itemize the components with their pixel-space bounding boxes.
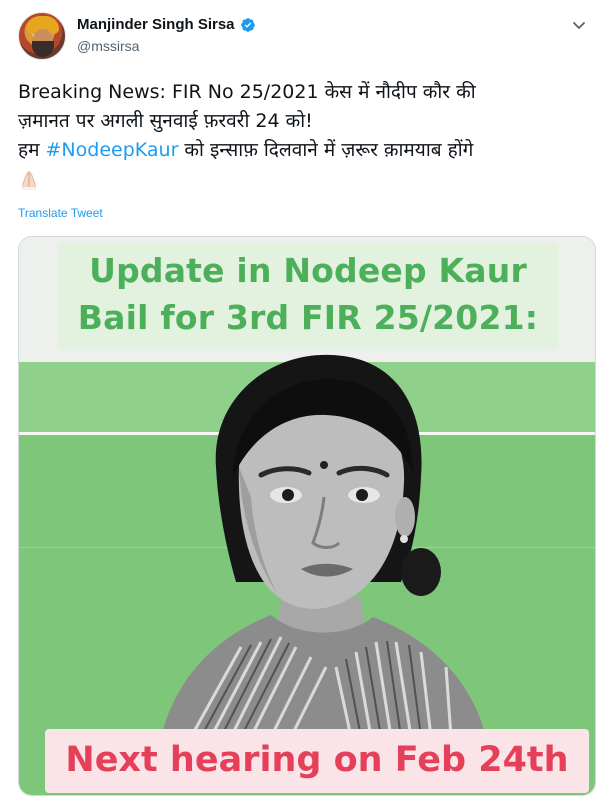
hashtag-link[interactable]: #NodeepKaur bbox=[46, 139, 179, 161]
tweet-line-1: Breaking News: FIR No 25/2021 केस में नौ… bbox=[18, 81, 476, 103]
author-display-name[interactable]: Manjinder Singh Sirsa bbox=[77, 16, 235, 33]
media-headline-line-1: Update in Nodeep Kaur bbox=[89, 251, 527, 290]
media-footer-text: Next hearing on Feb 24th bbox=[65, 740, 569, 780]
chevron-down-icon[interactable] bbox=[568, 14, 590, 36]
tweet-line-2: ज़मानत पर अगली सुनवाई फ़रवरी 24 को! bbox=[18, 110, 313, 132]
folded-hands-emoji-icon bbox=[18, 170, 40, 190]
translate-tweet-link[interactable]: Translate Tweet bbox=[18, 206, 103, 220]
author-name-row: Manjinder Singh Sirsa bbox=[77, 16, 256, 33]
tweet-media-image[interactable]: Update in Nodeep Kaur Bail for 3rd FIR 2… bbox=[18, 236, 596, 796]
tweet-line-3-prefix: हम bbox=[18, 139, 46, 161]
author-handle[interactable]: @mssirsa bbox=[77, 38, 139, 54]
author-avatar[interactable] bbox=[18, 12, 66, 60]
tweet-text: Breaking News: FIR No 25/2021 केस में नौ… bbox=[18, 78, 596, 194]
media-headline-line-2: Bail for 3rd FIR 25/2021: bbox=[77, 298, 539, 337]
media-headline: Update in Nodeep Kaur Bail for 3rd FIR 2… bbox=[57, 247, 559, 341]
tweet-header: Manjinder Singh Sirsa @mssirsa bbox=[14, 10, 594, 62]
tweet-line-4 bbox=[18, 165, 596, 194]
portrait-photo bbox=[161, 354, 486, 737]
tweet-line-3: हम #NodeepKaur को इन्साफ़ दिलवाने में ज़… bbox=[18, 136, 596, 165]
tweet-line-3-suffix: को इन्साफ़ दिलवाने में ज़रूर क़ामयाब हों… bbox=[178, 139, 474, 161]
verified-badge-icon bbox=[240, 17, 256, 33]
